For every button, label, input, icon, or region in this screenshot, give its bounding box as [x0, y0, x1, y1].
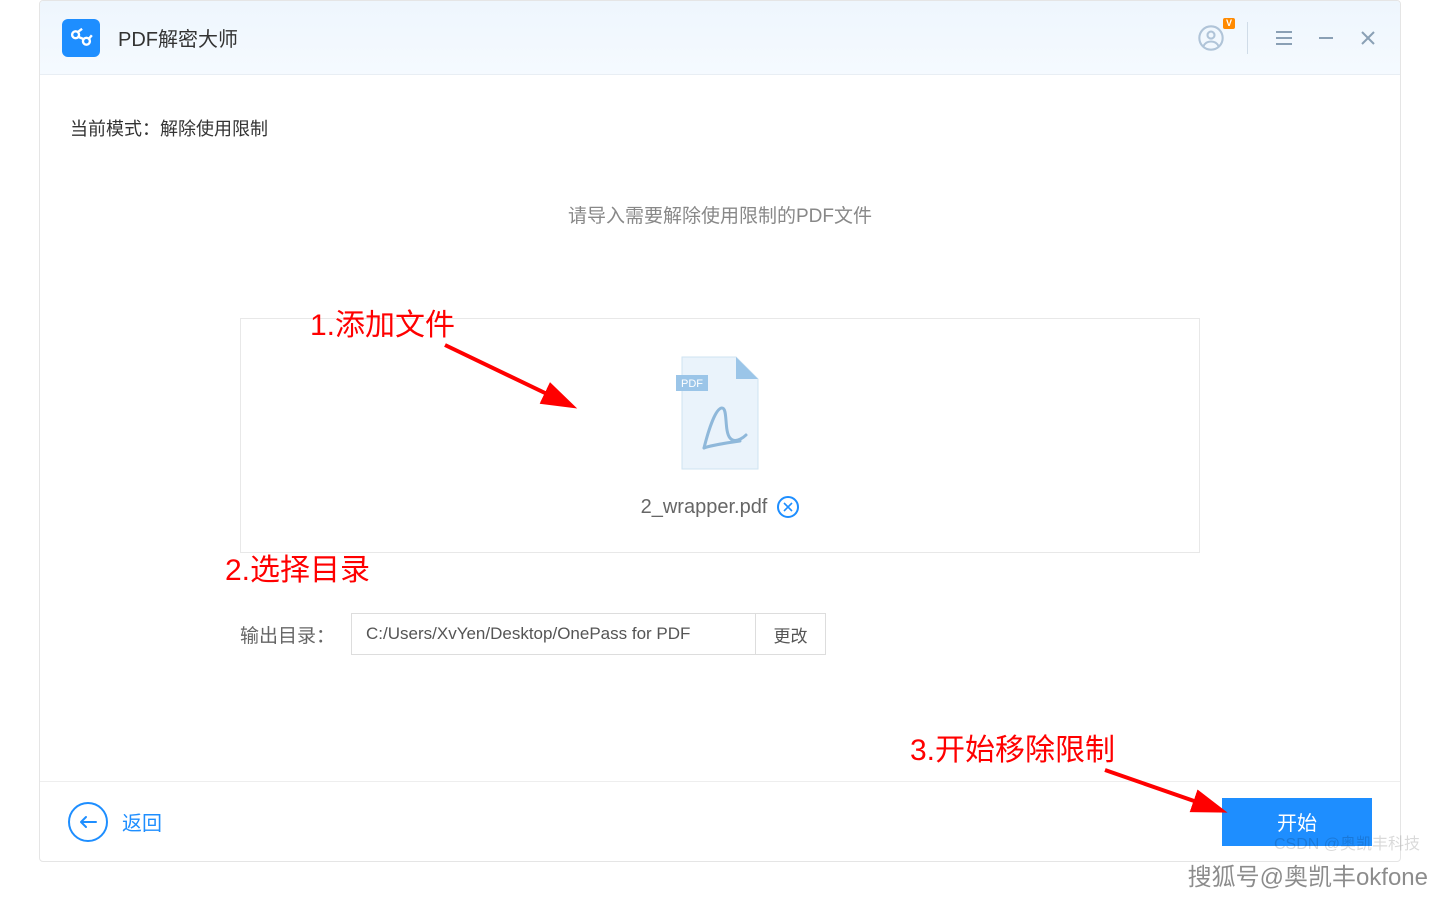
- close-button[interactable]: [1352, 22, 1384, 54]
- annotation-step3: 3.开始移除限制: [910, 725, 1115, 769]
- menu-button[interactable]: [1268, 22, 1300, 54]
- mode-label: 当前模式：: [70, 119, 160, 139]
- close-icon: [1361, 31, 1375, 45]
- mode-line: 当前模式：解除使用限制: [70, 115, 1370, 141]
- file-name: 2_wrapper.pdf: [641, 496, 768, 519]
- back-label: 返回: [122, 807, 162, 836]
- back-button[interactable]: 返回: [68, 802, 162, 842]
- main-content: 当前模式：解除使用限制 请导入需要解除使用限制的PDF文件 PDF 2_wrap…: [40, 75, 1400, 781]
- remove-icon: [783, 502, 793, 512]
- minimize-button[interactable]: [1310, 22, 1342, 54]
- output-row: 输出目录： 更改: [240, 613, 1200, 655]
- file-dropzone[interactable]: PDF 2_wrapper.pdf: [240, 318, 1200, 553]
- title-controls: V: [1195, 22, 1384, 54]
- instruction-text: 请导入需要解除使用限制的PDF文件: [70, 201, 1370, 228]
- vip-badge: V: [1223, 18, 1235, 29]
- file-row: 2_wrapper.pdf: [641, 496, 800, 519]
- remove-file-button[interactable]: [777, 496, 799, 518]
- app-title: PDF解密大师: [118, 23, 238, 52]
- pdf-file-icon: PDF: [674, 353, 766, 478]
- back-arrow-icon: [68, 802, 108, 842]
- divider: [1247, 22, 1248, 54]
- title-bar: PDF解密大师 V: [40, 1, 1400, 75]
- change-dir-button[interactable]: 更改: [756, 613, 826, 655]
- output-label: 输出目录：: [240, 621, 335, 648]
- mode-value: 解除使用限制: [160, 119, 268, 139]
- app-window: PDF解密大师 V: [39, 0, 1401, 862]
- watermark-sohu: 搜狐号@奥凯丰okfone: [1188, 857, 1428, 892]
- output-path-input[interactable]: [351, 613, 756, 655]
- svg-text:PDF: PDF: [681, 378, 703, 390]
- minimize-icon: [1319, 37, 1333, 39]
- bottom-bar: 返回 开始: [40, 781, 1400, 861]
- app-logo-icon: [62, 19, 100, 57]
- user-account-button[interactable]: V: [1195, 22, 1227, 54]
- start-button[interactable]: 开始: [1222, 798, 1372, 846]
- hamburger-icon: [1276, 31, 1292, 45]
